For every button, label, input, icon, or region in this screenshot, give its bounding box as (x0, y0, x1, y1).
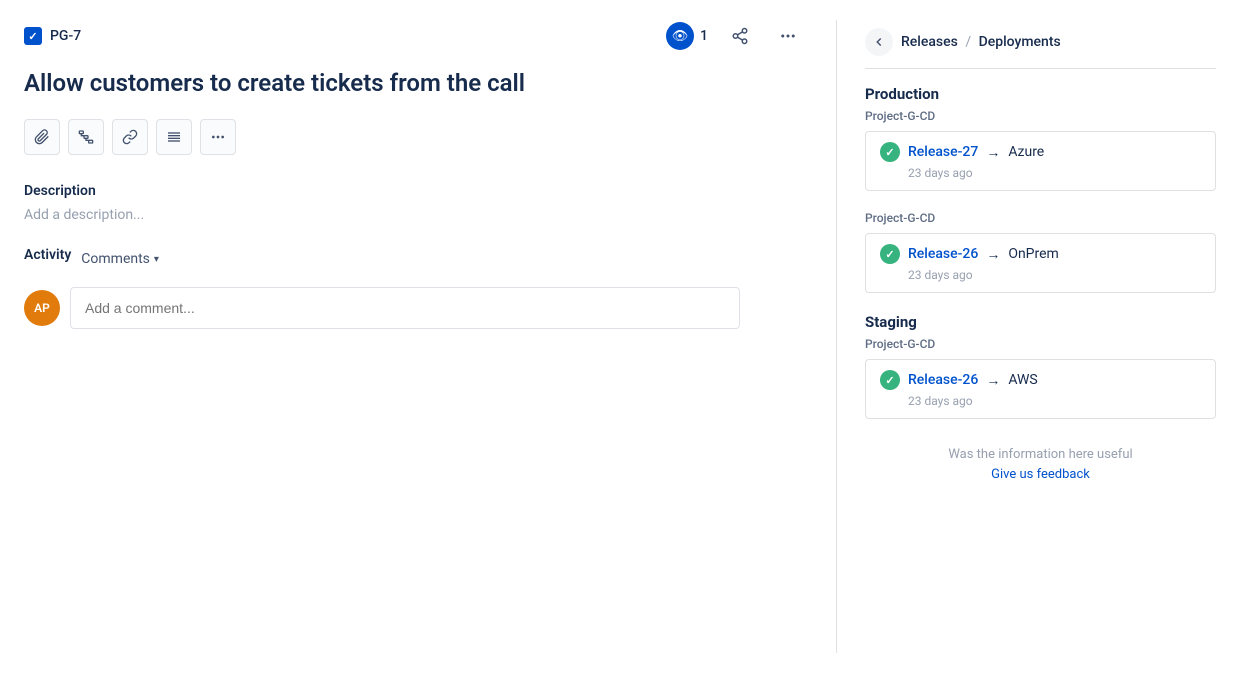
breadcrumb: Releases / Deployments (901, 34, 1061, 50)
success-check-icon-3: ✓ (880, 370, 900, 390)
feedback-link[interactable]: Give us feedback (991, 467, 1090, 482)
link-button[interactable] (112, 119, 148, 155)
comments-dropdown[interactable]: Comments ▾ (81, 251, 159, 267)
breadcrumb-separator: / (965, 34, 974, 50)
release-target-onprem: OnPrem (1008, 246, 1059, 262)
description-placeholder[interactable]: Add a description... (24, 207, 804, 223)
eye-icon: 👁 (666, 22, 694, 50)
release-card-azure: ✓ Release-27 → Azure 23 days ago (865, 131, 1216, 191)
success-check-icon-1: ✓ (880, 142, 900, 162)
release-target-azure: Azure (1008, 144, 1044, 160)
comment-input-row: AP (24, 287, 804, 329)
ticket-checkbox-icon (24, 27, 42, 45)
page-title: Allow customers to create tickets from t… (24, 68, 804, 99)
arrow-icon-1: → (986, 144, 1000, 161)
release-target-aws: AWS (1008, 372, 1037, 388)
release-26-link-2[interactable]: Release-26 (908, 372, 978, 388)
success-check-icon-2: ✓ (880, 244, 900, 264)
production-project-label-2: Project-G-CD (865, 211, 1216, 225)
release-card-onprem: ✓ Release-26 → OnPrem 23 days ago (865, 233, 1216, 293)
description-label: Description (24, 183, 804, 199)
staging-env-label: Staging (865, 313, 1216, 331)
side-header: Releases / Deployments (865, 28, 1216, 69)
back-button[interactable] (865, 28, 893, 56)
production-project-label-1: Project-G-CD (865, 109, 1216, 123)
comments-label: Comments (81, 251, 150, 267)
watch-button[interactable]: 👁 1 (666, 22, 708, 50)
release-26-time-1: 23 days ago (908, 268, 1201, 282)
release-27-link[interactable]: Release-27 (908, 144, 978, 160)
activity-label: Activity (24, 247, 71, 263)
watch-count: 1 (700, 28, 708, 44)
staging-project-label: Project-G-CD (865, 337, 1216, 351)
hierarchy-button[interactable] (68, 119, 104, 155)
description-section: Description Add a description... (24, 183, 804, 223)
feedback-text: Was the information here useful (865, 447, 1216, 462)
more-toolbar-button[interactable] (200, 119, 236, 155)
side-panel: Releases / Deployments Production Projec… (836, 20, 1216, 653)
more-options-button[interactable] (772, 20, 804, 52)
activity-header: Activity Comments ▾ (24, 247, 804, 271)
ticket-id-label: PG-7 (50, 28, 81, 44)
release-27-time: 23 days ago (908, 166, 1201, 180)
release-card-aws: ✓ Release-26 → AWS 23 days ago (865, 359, 1216, 419)
user-avatar: AP (24, 290, 60, 326)
comment-input[interactable] (70, 287, 740, 329)
top-actions: 👁 1 (666, 20, 804, 52)
main-panel: PG-7 👁 1 (24, 20, 836, 653)
activity-section: Activity Comments ▾ AP (24, 247, 804, 329)
share-button[interactable] (724, 20, 756, 52)
details-button[interactable] (156, 119, 192, 155)
production-section: Production Project-G-CD ✓ Release-27 → A… (865, 85, 1216, 191)
staging-section: Staging Project-G-CD ✓ Release-26 → AWS … (865, 313, 1216, 419)
arrow-icon-2: → (986, 246, 1000, 263)
arrow-icon-3: → (986, 372, 1000, 389)
attachment-button[interactable] (24, 119, 60, 155)
top-bar: PG-7 👁 1 (24, 20, 804, 52)
breadcrumb-releases: Releases (901, 34, 958, 50)
feedback-section: Was the information here useful Give us … (865, 447, 1216, 482)
release-26-time-2: 23 days ago (908, 394, 1201, 408)
production-env-label: Production (865, 85, 1216, 103)
production-section-2: Project-G-CD ✓ Release-26 → OnPrem 23 da… (865, 211, 1216, 293)
toolbar (24, 119, 804, 155)
chevron-down-icon: ▾ (154, 254, 159, 265)
ticket-id: PG-7 (24, 27, 81, 45)
release-26-link-1[interactable]: Release-26 (908, 246, 978, 262)
breadcrumb-deployments: Deployments (979, 34, 1061, 50)
